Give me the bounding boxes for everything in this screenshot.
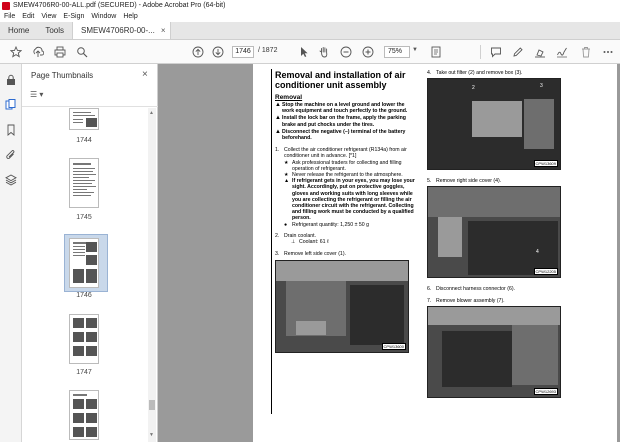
zoom-out-icon[interactable] xyxy=(340,46,352,58)
bookmark-icon[interactable] xyxy=(5,124,17,136)
figure-code: CPW13609 xyxy=(533,160,558,168)
search-icon[interactable] xyxy=(76,46,88,58)
menu-esign[interactable]: E-Sign xyxy=(63,13,84,20)
page-number-input[interactable]: 1746 xyxy=(232,46,254,58)
left-column: Removal and installation of air conditio… xyxy=(275,70,415,354)
acrobat-logo-icon xyxy=(2,1,10,10)
more-icon[interactable] xyxy=(602,46,614,58)
step-3: 3. Remove left side cover (1). xyxy=(275,251,346,258)
thumbnails-icon[interactable] xyxy=(5,99,17,111)
options-menu-button[interactable]: ☰ ▾ xyxy=(30,90,52,102)
page-thumbnail[interactable] xyxy=(69,158,99,208)
thumbnail-label: 1747 xyxy=(76,369,92,376)
page-total: / 1872 xyxy=(258,47,278,54)
delete-icon[interactable] xyxy=(580,46,592,58)
zoom-level-select[interactable]: 75% xyxy=(384,46,410,58)
warning-icon: ▲ xyxy=(275,128,281,135)
thumbnails-scrollbar[interactable]: ▲ ▼ xyxy=(148,108,156,442)
cursor-icon[interactable] xyxy=(298,46,310,58)
figure-code: CPW13600 xyxy=(381,343,406,351)
step-4: 4. Take out filter (2) and remove box (3… xyxy=(427,70,523,76)
pen-icon[interactable] xyxy=(512,46,524,58)
step-5: 5. Remove right side cover (4). xyxy=(427,178,502,185)
thumbnail-label: 1744 xyxy=(76,137,92,144)
page-margin-rule xyxy=(271,69,272,414)
warning-item: ▲ Disconnect the negative (–) terminal of… xyxy=(275,128,406,142)
chevron-down-icon[interactable]: ▼ xyxy=(412,47,418,53)
arrow-up-icon[interactable] xyxy=(192,46,204,58)
section-heading: Removal xyxy=(275,94,303,101)
menu-view[interactable]: View xyxy=(41,13,56,20)
step-1: 1. Collect the air conditioner refrigera… xyxy=(275,147,407,160)
page-thumbnail-selected[interactable] xyxy=(69,238,99,288)
menu-file[interactable]: File xyxy=(4,13,15,20)
warning-icon: ▲ xyxy=(275,115,281,122)
menu-edit[interactable]: Edit xyxy=(22,13,34,20)
figure-filter-box: 2 3 CPW13609 xyxy=(427,78,561,171)
tab-home[interactable]: Home xyxy=(0,22,37,39)
lock-icon[interactable] xyxy=(5,74,17,86)
panel-title: Page Thumbnails xyxy=(31,71,94,80)
figure-right-side-cover: 4 CPW12205 xyxy=(427,186,561,279)
pdf-page: Removal and installation of air conditio… xyxy=(253,64,617,442)
page-heading: Removal and installation of air conditio… xyxy=(275,70,406,90)
warning-item: ▲ If refrigerant gets in your eyes, you m… xyxy=(284,178,415,222)
highlight-icon[interactable] xyxy=(534,46,546,58)
close-icon[interactable]: × xyxy=(142,69,148,80)
zoom-in-icon[interactable] xyxy=(362,46,374,58)
right-column: 4. Take out filter (2) and remove box (3… xyxy=(427,70,609,398)
menu-bar: File Edit View E-Sign Window Help xyxy=(0,11,620,22)
window-title: SMEW4706R0-00-ALL.pdf (SECURED) - Adobe … xyxy=(13,2,226,9)
toolbar: 1746 / 1872 75% ▼ xyxy=(0,40,620,64)
fit-page-icon[interactable] xyxy=(430,46,442,58)
scrollbar-thumb[interactable] xyxy=(149,400,155,410)
tab-close-icon[interactable]: × xyxy=(161,26,166,35)
menu-window[interactable]: Window xyxy=(91,13,116,20)
arrow-down-icon[interactable] xyxy=(212,46,224,58)
step-7: 7. Remove blower assembly (7). xyxy=(427,297,505,304)
figure-code: CPW12205 xyxy=(533,268,558,276)
tab-bar: Home Tools SMEW4706R0-00-... × xyxy=(0,22,620,40)
figure-blower-assembly: CPW12693 xyxy=(427,305,561,398)
tab-document-label: SMEW4706R0-00-... xyxy=(81,26,155,35)
page-thumbnail[interactable] xyxy=(69,108,99,130)
print-icon[interactable] xyxy=(54,46,66,58)
coolant-item: ⊥ Coolant: 61 ℓ xyxy=(291,239,329,246)
figure-code: CPW12693 xyxy=(533,387,558,395)
page-thumbnail[interactable] xyxy=(69,390,99,440)
page-thumbnail[interactable] xyxy=(69,314,99,364)
warning-icon: ▲ xyxy=(275,102,281,108)
panel-divider xyxy=(22,106,158,107)
thumbnail-label: 1745 xyxy=(76,214,92,221)
warning-icon: ▲ xyxy=(284,178,290,185)
tab-document[interactable]: SMEW4706R0-00-... × xyxy=(72,22,171,39)
scroll-up-icon[interactable]: ▲ xyxy=(149,110,154,116)
sign-icon[interactable] xyxy=(556,46,568,58)
toolbar-divider xyxy=(480,45,481,59)
star-icon[interactable] xyxy=(10,46,22,58)
step-6: 6. Disconnect harness connector (6). xyxy=(427,286,516,293)
warning-item: ▲ Install the lock bar on the frame, appl… xyxy=(275,115,406,128)
quantity-item: ● Refrigerant quantity: 1,250 ± 50 g xyxy=(284,221,369,228)
thumbnail-label: 1746 xyxy=(76,292,92,299)
scroll-down-icon[interactable]: ▼ xyxy=(149,432,154,438)
upload-icon[interactable] xyxy=(32,46,44,58)
document-viewer[interactable]: Removal and installation of air conditio… xyxy=(158,64,620,442)
figure-left-side-cover: CPW13600 xyxy=(275,260,409,354)
layers-icon[interactable] xyxy=(5,174,17,186)
tab-tools[interactable]: Tools xyxy=(37,22,72,39)
thumbnails-panel: Page Thumbnails × ☰ ▾ 1744 1745 1746 174… xyxy=(22,64,158,442)
star-bullet-icon: ★ xyxy=(284,159,289,166)
hand-icon[interactable] xyxy=(318,46,330,58)
bullet-icon: ● xyxy=(284,221,288,228)
menu-help[interactable]: Help xyxy=(123,13,137,20)
left-nav-rail xyxy=(0,64,22,442)
drain-icon: ⊥ xyxy=(291,239,296,246)
warning-item: ▲ Stop the machine on a level ground and … xyxy=(275,102,408,115)
attachment-icon[interactable] xyxy=(5,149,17,161)
comment-icon[interactable] xyxy=(490,46,502,58)
title-bar: SMEW4706R0-00-ALL.pdf (SECURED) - Adobe … xyxy=(0,0,620,11)
note-item: ★ Ask professional traders for collecting… xyxy=(284,159,402,172)
